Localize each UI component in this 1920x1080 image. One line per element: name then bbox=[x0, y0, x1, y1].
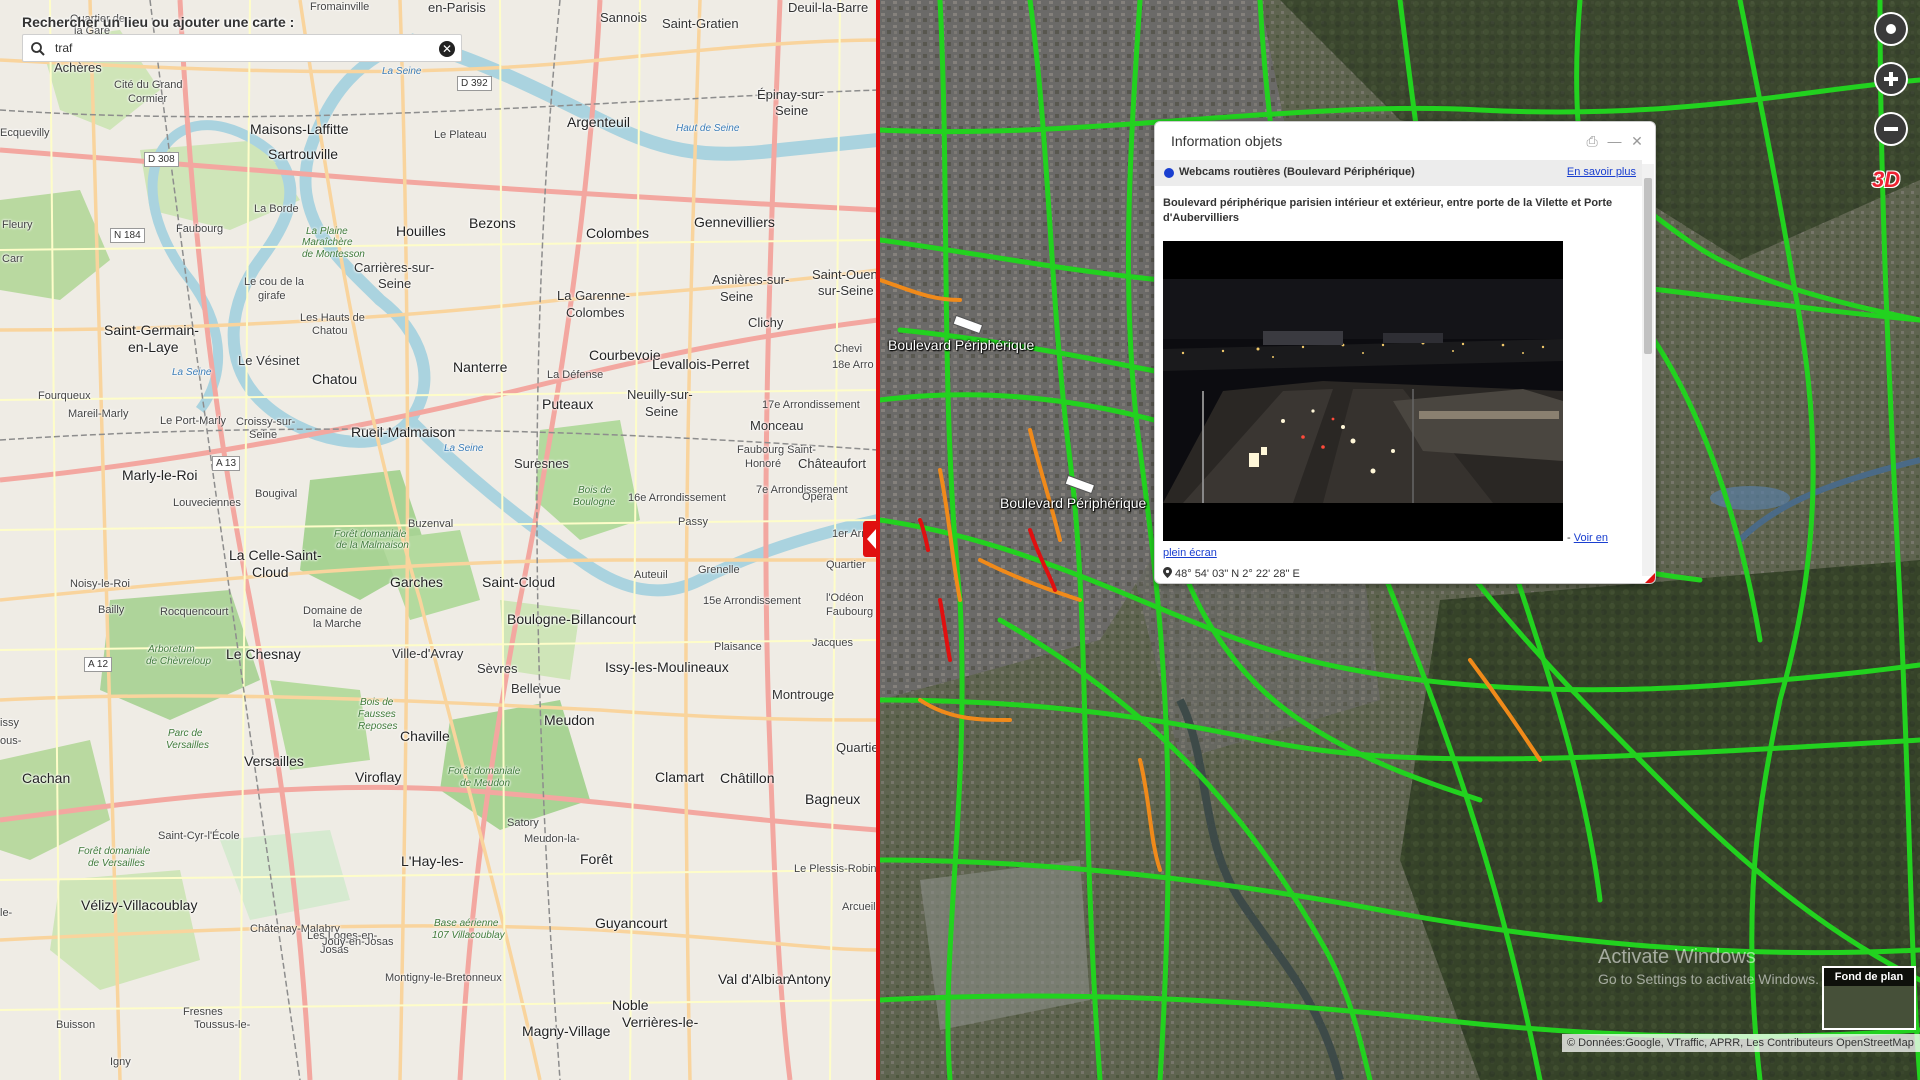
popup-layer-bar: Webcams routières (Boulevard Périphériqu… bbox=[1155, 160, 1642, 186]
road-number-badge: A 12 bbox=[84, 657, 113, 672]
search-label: Rechercher un lieu ou ajouter une carte … bbox=[22, 14, 295, 30]
close-icon[interactable]: ✕ bbox=[1629, 133, 1645, 149]
fullscreen-link-cont[interactable]: plein écran bbox=[1163, 547, 1217, 559]
zoom-in-button[interactable] bbox=[1874, 62, 1908, 96]
three-d-button[interactable]: 3D bbox=[1872, 167, 1912, 197]
scrollbar-thumb[interactable] bbox=[1644, 178, 1652, 354]
map-pin-icon bbox=[1163, 567, 1172, 578]
zoom-out-button[interactable] bbox=[1874, 112, 1908, 146]
road-number-badge: D 308 bbox=[144, 152, 179, 167]
locate-button[interactable] bbox=[1874, 12, 1908, 46]
fullscreen-separator: - bbox=[1567, 532, 1574, 544]
search-icon bbox=[31, 42, 45, 56]
zoom-in-icon bbox=[1884, 72, 1898, 86]
coordinates-text: 48° 54' 03" N 2° 22' 28" E bbox=[1175, 568, 1300, 580]
popup-actions: ⎙ — ✕ bbox=[1582, 133, 1645, 149]
road-number-badge: D 392 bbox=[457, 76, 492, 91]
webcam-image[interactable] bbox=[1163, 241, 1563, 541]
locate-icon bbox=[1886, 24, 1896, 34]
road-number-badge: N 184 bbox=[110, 228, 145, 243]
info-popup[interactable]: Information objets ⎙ — ✕ Webcams routièr… bbox=[1154, 121, 1656, 584]
learn-more-link[interactable]: En savoir plus bbox=[1567, 166, 1636, 178]
resize-handle[interactable] bbox=[1645, 573, 1655, 583]
minimize-icon[interactable]: — bbox=[1607, 133, 1623, 149]
watermark-line2: Go to Settings to activate Windows. bbox=[1598, 971, 1819, 987]
road-label: Boulevard Périphérique bbox=[888, 337, 1035, 353]
watermark-line1: Activate Windows bbox=[1598, 946, 1756, 968]
windows-watermark: Activate Windows Go to Settings to activ… bbox=[1598, 946, 1819, 987]
popup-title: Information objets bbox=[1171, 133, 1283, 149]
popup-description: Boulevard périphérique parisien intérieu… bbox=[1163, 197, 1613, 224]
fullscreen-link[interactable]: Voir en bbox=[1574, 532, 1608, 544]
popup-scrollbar[interactable] bbox=[1642, 164, 1654, 576]
zoom-out-icon bbox=[1884, 127, 1898, 131]
street-map-base bbox=[0, 0, 878, 1080]
popup-body: Boulevard périphérique parisien intérieu… bbox=[1163, 196, 1635, 580]
webcam-night-scene bbox=[1163, 241, 1563, 541]
layer-dot-icon bbox=[1164, 168, 1174, 178]
popup-layer-name: Webcams routières (Boulevard Périphériqu… bbox=[1179, 166, 1415, 178]
search-box[interactable]: ✕ bbox=[22, 34, 462, 62]
popup-header[interactable]: Information objets ⎙ — ✕ bbox=[1155, 122, 1655, 160]
print-icon[interactable]: ⎙ bbox=[1584, 133, 1600, 149]
search-input[interactable] bbox=[53, 38, 433, 58]
basemap-label: Fond de plan bbox=[1824, 968, 1914, 986]
map-attribution: © Données:Google, VTraffic, APRR, Les Co… bbox=[1562, 1034, 1920, 1052]
basemap-switcher[interactable]: Fond de plan bbox=[1822, 966, 1916, 1030]
road-label: Boulevard Périphérique bbox=[1000, 495, 1147, 511]
street-map-pane[interactable]: Fromainville en-Parisis Sannois Saint-Gr… bbox=[0, 0, 878, 1080]
popup-coordinates: 48° 54' 03" N 2° 22' 28" E bbox=[1163, 567, 1635, 580]
close-circle-icon[interactable]: ✕ bbox=[439, 41, 455, 57]
road-number-badge: A 13 bbox=[212, 456, 241, 471]
